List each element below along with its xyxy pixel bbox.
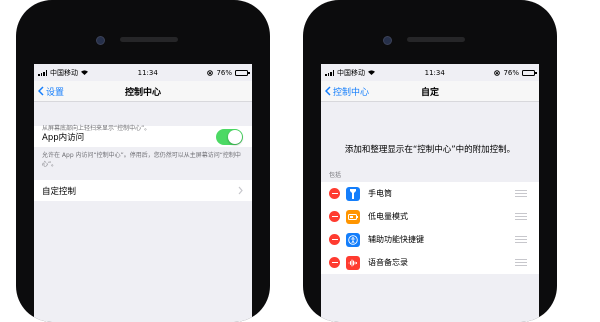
control-row-1: 手电筒 (321, 182, 539, 205)
remove-control-button[interactable] (329, 188, 340, 199)
wifi-icon (368, 70, 375, 75)
earpiece-speaker (120, 37, 178, 42)
carrier-label: 中国移动 (337, 68, 365, 77)
reorder-handle-icon[interactable] (515, 236, 527, 245)
intro-text: 添加和整理显示在“控制中心”中的附加控制。 (344, 145, 516, 155)
battery-percent: 76% (503, 68, 519, 77)
battery-icon (522, 69, 537, 76)
carrier-label: 中国移动 (50, 68, 78, 77)
status-time: 11:34 (137, 68, 158, 77)
status-bar: 中国移动 11:34 76% (34, 64, 252, 81)
remove-control-button[interactable] (329, 234, 340, 245)
remove-control-button[interactable] (329, 211, 340, 222)
app-access-row: App内访问 (34, 126, 252, 147)
reorder-handle-icon[interactable] (515, 259, 527, 268)
chevron-right-icon (238, 186, 243, 195)
battery-percent: 76% (216, 68, 232, 77)
back-button[interactable]: 设置 (38, 81, 64, 101)
signal-icon (325, 69, 334, 76)
chevron-left-icon (325, 86, 331, 96)
page-title: 自定 (420, 87, 439, 98)
toggle-knob (228, 130, 242, 144)
wifi-icon (81, 70, 88, 75)
orientation-lock-icon (207, 69, 214, 76)
phone-right: 中国移动 11:34 76% 控制中心 自定 添加和整理显示在“控制中心”中的附… (303, 0, 557, 322)
front-camera (383, 36, 392, 45)
custom-controls-label: 自定控制 (42, 186, 77, 197)
earpiece-speaker (407, 37, 465, 42)
orientation-lock-icon (494, 69, 501, 76)
control-center-settings-screen: 中国移动 11:34 76% 设置 控制中心 从屏幕底部向上轻扫来显示“控制中心… (34, 64, 252, 322)
back-button[interactable]: 控制中心 (325, 81, 369, 101)
control-label: 手电筒 (368, 189, 392, 198)
control-label: 语音备忘录 (368, 258, 408, 267)
app-access-label: App内访问 (42, 132, 85, 143)
battery-icon (346, 209, 360, 224)
page-title: 控制中心 (124, 87, 161, 98)
app-access-toggle[interactable] (216, 129, 243, 145)
custom-controls-group: 自定控制 (34, 180, 252, 201)
included-controls-list: 手电筒低电量模式辅助功能快捷键 语音备忘录 (321, 182, 539, 274)
waveform-icon (346, 255, 360, 270)
control-label: 辅助功能快捷键 (368, 235, 424, 244)
phone-left: 中国移动 11:34 76% 设置 控制中心 从屏幕底部向上轻扫来显示“控制中心… (16, 0, 270, 322)
status-time: 11:34 (424, 68, 445, 77)
battery-icon (235, 69, 250, 76)
flashlight-icon (346, 186, 360, 201)
front-camera (96, 36, 105, 45)
control-row-4: 语音备忘录 (321, 251, 539, 274)
customize-controls-screen: 中国移动 11:34 76% 控制中心 自定 添加和整理显示在“控制中心”中的附… (321, 64, 539, 322)
app-access-group: App内访问 (34, 126, 252, 147)
reorder-handle-icon[interactable] (515, 213, 527, 222)
chevron-left-icon (38, 86, 44, 96)
navigation-bar: 控制中心 自定 (321, 81, 539, 102)
back-button-label: 控制中心 (333, 87, 370, 98)
reorder-handle-icon[interactable] (515, 190, 527, 199)
status-bar: 中国移动 11:34 76% (321, 64, 539, 81)
section-header-include: 包括 (329, 172, 342, 179)
navigation-bar: 设置 控制中心 (34, 81, 252, 102)
swipe-hint: 从屏幕底部向上轻扫来显示“控制中心”。 (42, 125, 151, 132)
remove-control-button[interactable] (329, 257, 340, 268)
signal-icon (38, 69, 47, 76)
custom-controls-row[interactable]: 自定控制 (34, 180, 252, 201)
control-label: 低电量模式 (368, 212, 408, 221)
accessibility-icon (346, 232, 360, 247)
control-row-2: 低电量模式 (321, 205, 539, 228)
control-row-3: 辅助功能快捷键 (321, 228, 539, 251)
app-access-description: 允许在 App 内访问“控制中心”。停用后，您仍然可以从主屏幕访问“控制中心”。 (42, 152, 241, 168)
back-button-label: 设置 (46, 87, 65, 98)
